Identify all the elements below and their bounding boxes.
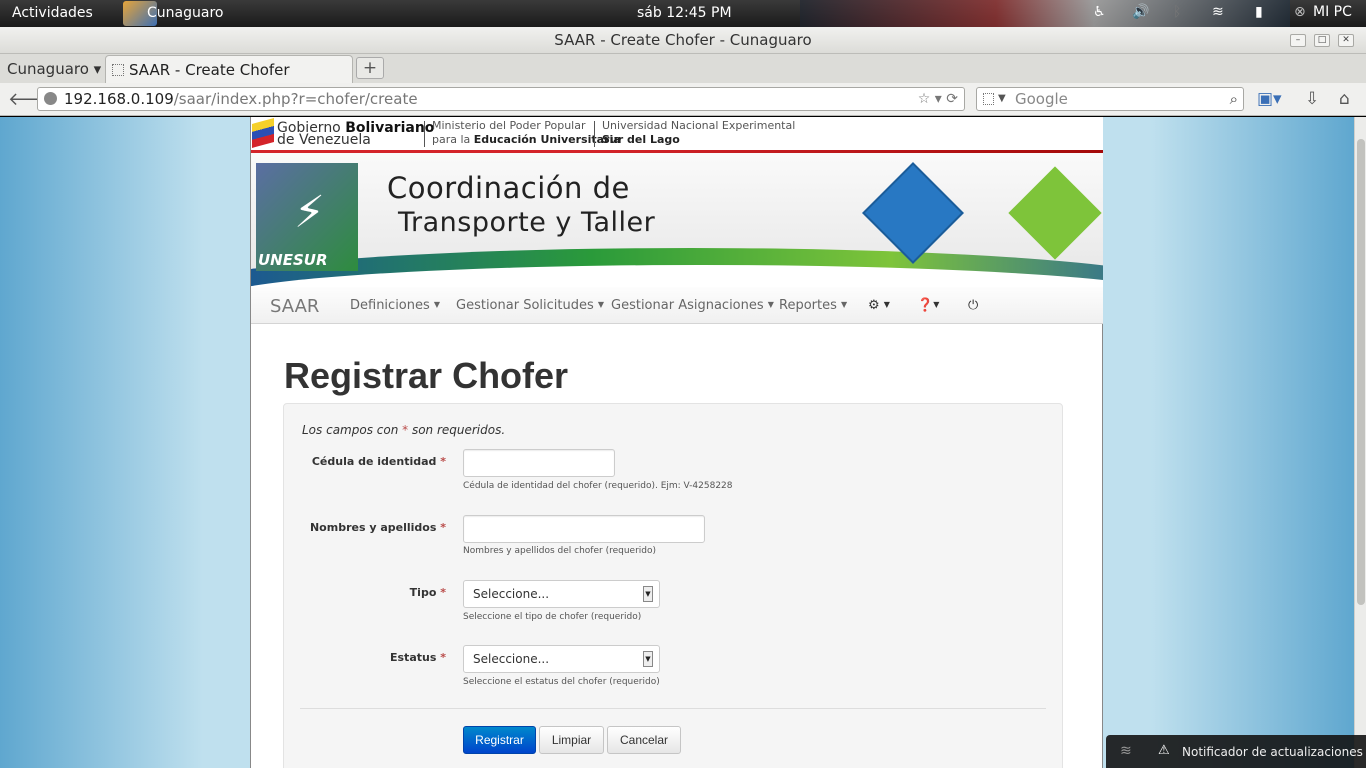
bookmark-star-icon[interactable]: ☆ ▾ ⟳ xyxy=(918,88,958,110)
banner-title-line1: Coordinación de xyxy=(387,171,630,205)
tab-group-menu[interactable]: Cunaguaro ▾ xyxy=(7,60,101,78)
close-window-button[interactable]: ✕ xyxy=(1338,34,1354,47)
nav-definiciones[interactable]: Definiciones ▼ xyxy=(350,298,440,313)
chevron-down-icon[interactable]: ▼ xyxy=(643,586,653,602)
venezuela-flag-icon xyxy=(252,118,274,148)
estatus-label: Estatus * xyxy=(390,651,446,664)
power-icon[interactable]: ⏻ xyxy=(968,298,978,313)
gobierno-label: Gobierno Bolivariano de Venezuela xyxy=(277,120,435,148)
address-bar[interactable]: 192.168.0.109/saar/index.php?r=chofer/cr… xyxy=(37,87,965,111)
logo-text: UNESUR xyxy=(258,251,328,269)
government-header: Gobierno Bolivariano de Venezuela Minist… xyxy=(251,117,1103,153)
wifi-icon[interactable]: ≋ xyxy=(1212,4,1224,20)
user-menu[interactable]: MI PC xyxy=(1313,4,1352,20)
new-tab-button[interactable]: + xyxy=(356,57,384,79)
system-top-bar: Actividades Cunaguaro sáb 12:45 PM ♿ 🔊 ᛒ… xyxy=(0,0,1366,27)
cancelar-button[interactable]: Cancelar xyxy=(607,726,681,754)
battery-icon[interactable]: ▮ xyxy=(1255,4,1263,20)
bus-blue-icon xyxy=(862,162,964,264)
estatus-help: Seleccione el estatus del chofer (requer… xyxy=(463,677,660,687)
settings-gear-icon[interactable]: ⚙ ▼ xyxy=(868,298,890,313)
nombres-help: Nombres y apellidos del chofer (requerid… xyxy=(463,546,657,556)
form-actions-divider xyxy=(300,708,1046,709)
bus-green-icon xyxy=(1008,166,1102,260)
user-status-icon[interactable]: ⊗ xyxy=(1294,4,1306,20)
url-path: /saar/index.php?r=chofer/create xyxy=(173,90,418,108)
site-banner: ⚡ UNESUR Coordinación de Transporte y Ta… xyxy=(251,153,1103,287)
page-scrollbar[interactable] xyxy=(1354,117,1366,768)
lightning-icon: ⚡ xyxy=(294,187,325,238)
cedula-input[interactable] xyxy=(463,449,615,477)
site-identity-icon[interactable] xyxy=(44,92,57,105)
window-title: SAAR - Create Chofer - Cunaguaro xyxy=(554,31,812,49)
tab-title: SAAR - Create Chofer xyxy=(129,61,290,79)
required-note: Los campos con * son requeridos. xyxy=(302,423,506,437)
download-icon[interactable]: ⇩ xyxy=(1305,89,1319,109)
search-icon[interactable]: ⌕ xyxy=(1230,88,1238,110)
page-title: Registrar Chofer xyxy=(284,355,569,396)
chofer-form: Los campos con * son requeridos. Cédula … xyxy=(283,403,1063,768)
page-favicon-icon xyxy=(112,64,124,76)
navigation-toolbar: 🡐 192.168.0.109/saar/index.php?r=chofer/… xyxy=(0,83,1366,116)
volume-icon[interactable]: 🔊 xyxy=(1132,4,1149,20)
tipo-help: Seleccione el tipo de chofer (requerido) xyxy=(463,612,642,622)
minimize-button[interactable]: – xyxy=(1290,34,1306,47)
tab-bar: Cunaguaro ▾ SAAR - Create Chofer + xyxy=(0,54,1366,83)
nombres-input[interactable] xyxy=(463,515,705,543)
help-icon[interactable]: ❓▼ xyxy=(917,298,939,313)
update-notification[interactable]: ≋ ⚠ Notificador de actualizaciones xyxy=(1106,735,1366,768)
app-menu[interactable]: Cunaguaro xyxy=(147,5,223,21)
nav-reportes[interactable]: Reportes ▼ xyxy=(779,298,847,313)
activities-button[interactable]: Actividades xyxy=(12,5,93,21)
bookmarks-icon[interactable]: ▣▾ xyxy=(1257,89,1282,109)
url-host: 192.168.0.109 xyxy=(64,90,174,108)
notification-text: Notificador de actualizaciones xyxy=(1182,745,1363,759)
search-engine-icon[interactable] xyxy=(983,93,994,105)
limpiar-button[interactable]: Limpiar xyxy=(539,726,604,754)
wifi-icon: ≋ xyxy=(1120,743,1132,759)
divider xyxy=(424,121,425,147)
nav-gestionar-solicitudes[interactable]: Gestionar Solicitudes ▼ xyxy=(456,298,604,313)
page-viewport: Gobierno Bolivariano de Venezuela Minist… xyxy=(0,117,1354,768)
scrollbar-thumb[interactable] xyxy=(1357,139,1365,605)
clock[interactable]: sáb 12:45 PM xyxy=(637,5,732,21)
search-box[interactable]: ▼ Google ⌕ xyxy=(976,87,1244,111)
page-container: Gobierno Bolivariano de Venezuela Minist… xyxy=(250,117,1103,768)
chevron-down-icon[interactable]: ▼ xyxy=(998,88,1006,110)
brand-link[interactable]: SAAR xyxy=(270,296,319,317)
chevron-down-icon[interactable]: ▼ xyxy=(643,651,653,667)
bluetooth-icon[interactable]: ᛒ xyxy=(1173,4,1181,20)
cedula-help: Cédula de identidad del chofer (requerid… xyxy=(463,481,733,491)
unesur-logo: ⚡ UNESUR xyxy=(256,163,358,271)
tab-active[interactable]: SAAR - Create Chofer xyxy=(105,55,353,83)
registrar-button[interactable]: Registrar xyxy=(463,726,536,754)
home-icon[interactable]: ⌂ xyxy=(1339,89,1350,109)
banner-title-line2: Transporte y Taller xyxy=(398,207,656,238)
ministerio-label: Ministerio del Poder Popular para la Edu… xyxy=(432,119,621,146)
maximize-button[interactable]: □ xyxy=(1314,34,1330,47)
tipo-select[interactable]: Seleccione... ▼ xyxy=(463,580,660,608)
nombres-label: Nombres y apellidos * xyxy=(309,521,446,534)
warning-icon: ⚠ xyxy=(1158,743,1170,758)
universidad-label: Universidad Nacional Experimental Sur de… xyxy=(602,119,796,146)
estatus-select[interactable]: Seleccione... ▼ xyxy=(463,645,660,673)
accessibility-icon[interactable]: ♿ xyxy=(1093,4,1106,20)
search-placeholder: Google xyxy=(1015,90,1068,108)
main-navbar: SAAR Definiciones ▼ Gestionar Solicitude… xyxy=(251,287,1103,324)
cedula-label: Cédula de identidad * xyxy=(311,455,446,468)
divider xyxy=(594,121,595,147)
nav-gestionar-asignaciones[interactable]: Gestionar Asignaciones ▼ xyxy=(611,298,774,313)
tipo-label: Tipo * xyxy=(409,586,446,599)
window-title-bar: SAAR - Create Chofer - Cunaguaro – □ ✕ xyxy=(0,27,1366,54)
